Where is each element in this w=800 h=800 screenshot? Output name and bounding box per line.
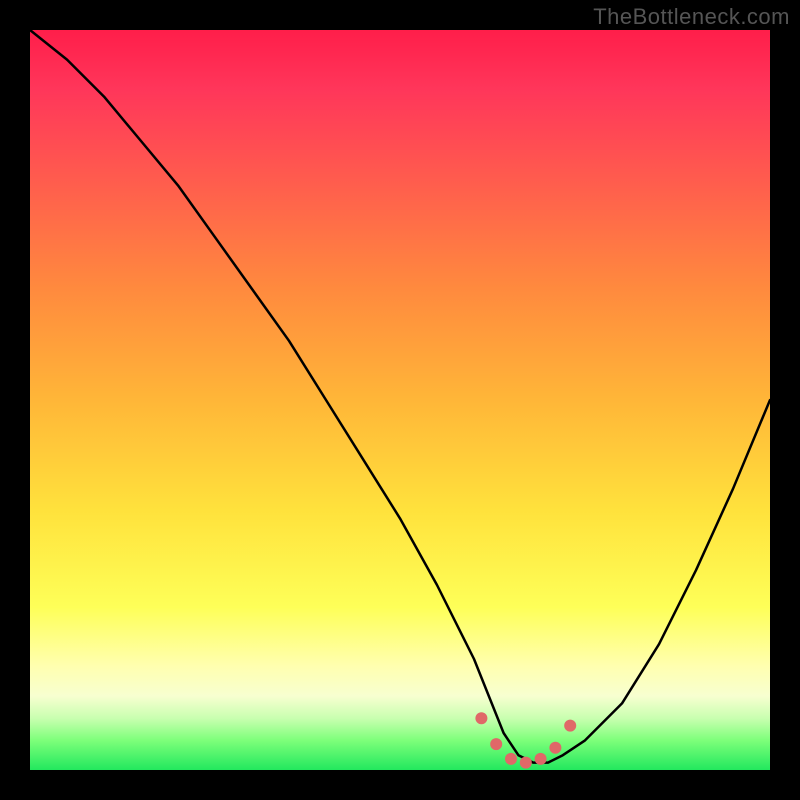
- marker-dot: [475, 712, 487, 724]
- chart-frame: TheBottleneck.com: [0, 0, 800, 800]
- flat-region-markers: [475, 712, 576, 768]
- watermark-text: TheBottleneck.com: [593, 4, 790, 30]
- marker-dot: [520, 757, 532, 769]
- marker-dot: [564, 720, 576, 732]
- bottleneck-curve-path: [30, 30, 770, 763]
- curve-svg: [30, 30, 770, 770]
- marker-dot: [549, 742, 561, 754]
- plot-area: [30, 30, 770, 770]
- marker-dot: [490, 738, 502, 750]
- marker-dot: [505, 753, 517, 765]
- marker-dot: [535, 753, 547, 765]
